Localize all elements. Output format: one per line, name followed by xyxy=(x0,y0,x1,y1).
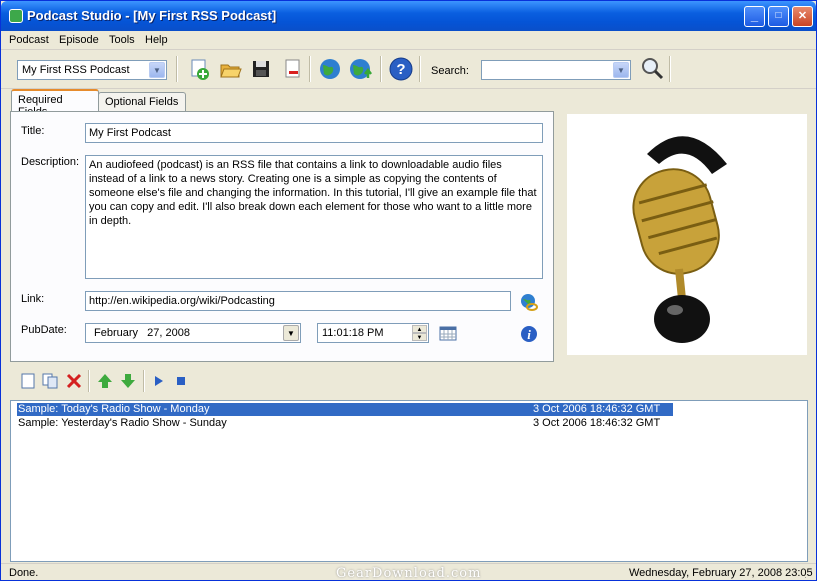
minimize-button[interactable]: _ xyxy=(744,6,765,27)
magnifier-icon[interactable] xyxy=(639,56,665,82)
podcast-select-value: My First RSS Podcast xyxy=(22,64,130,76)
title-field[interactable]: My First Podcast xyxy=(85,123,543,143)
title-label: Title: xyxy=(21,125,45,137)
episode-title: Sample: Today's Radio Show - Monday xyxy=(18,403,210,415)
status-datetime: Wednesday, February 27, 2008 23:05 xyxy=(629,567,813,579)
pubdate-time-value: 11:01:18 PM xyxy=(322,327,384,339)
list-item[interactable]: Sample: Today's Radio Show - Monday 3 Oc… xyxy=(17,403,673,416)
copy-episode-icon[interactable] xyxy=(41,372,59,390)
chevron-down-icon[interactable]: ▼ xyxy=(149,62,165,78)
watermark: GearDownload.com xyxy=(336,566,482,581)
app-icon xyxy=(9,9,23,23)
move-down-icon[interactable] xyxy=(119,372,137,390)
globe-icon[interactable] xyxy=(317,56,343,82)
status-text: Done. xyxy=(9,567,39,579)
pubdate-date-value: February 27, 2008 xyxy=(94,327,191,339)
episode-title: Sample: Yesterday's Radio Show - Sunday xyxy=(18,417,227,429)
link-label: Link: xyxy=(21,293,45,305)
maximize-button[interactable]: □ xyxy=(768,6,789,27)
help-icon[interactable]: ? xyxy=(388,56,414,82)
window-title: Podcast Studio - [My First RSS Podcast] xyxy=(27,8,277,23)
spin-up-icon[interactable]: ▲ xyxy=(412,325,427,333)
new-episode-icon[interactable] xyxy=(19,372,37,390)
tab-optional-fields[interactable]: Optional Fields xyxy=(98,92,186,112)
tab-required-fields[interactable]: Required Fields xyxy=(11,89,99,118)
search-label: Search: xyxy=(431,65,469,77)
save-disk-icon[interactable] xyxy=(249,57,273,81)
open-folder-icon[interactable] xyxy=(218,57,242,81)
description-field[interactable]: An audiofeed (podcast) is an RSS file th… xyxy=(85,155,543,279)
link-field[interactable]: http://en.wikipedia.org/wiki/Podcasting xyxy=(85,291,511,311)
episode-date: 3 Oct 2006 18:46:32 GMT xyxy=(533,417,661,429)
menu-help[interactable]: Help xyxy=(145,34,168,46)
stop-icon[interactable] xyxy=(175,375,187,387)
description-label: Description: xyxy=(21,156,80,168)
pubdate-label: PubDate: xyxy=(21,324,67,336)
list-item[interactable]: Sample: Yesterday's Radio Show - Sunday … xyxy=(17,417,673,430)
podcast-select[interactable]: My First RSS Podcast ▼ xyxy=(17,60,167,80)
menu-podcast[interactable]: Podcast xyxy=(9,34,49,46)
move-up-icon[interactable] xyxy=(96,372,114,390)
chevron-down-icon[interactable]: ▼ xyxy=(613,62,629,78)
app-window: Podcast Studio - [My First RSS Podcast] … xyxy=(0,0,817,581)
chevron-down-icon[interactable]: ▼ xyxy=(283,325,299,341)
svg-text:i: i xyxy=(527,327,531,342)
info-icon[interactable]: i xyxy=(520,325,538,343)
episode-list: Sample: Today's Radio Show - Monday 3 Oc… xyxy=(10,400,808,562)
pubdate-date-picker[interactable]: February 27, 2008 ▼ xyxy=(85,323,301,343)
resize-grip-icon[interactable]: ⋰ xyxy=(804,569,813,580)
delete-doc-icon[interactable] xyxy=(280,57,304,81)
pubdate-time-field[interactable]: 11:01:18 PM ▲ ▼ xyxy=(317,323,429,343)
podcast-image xyxy=(567,114,807,355)
spin-down-icon[interactable]: ▼ xyxy=(412,333,427,341)
episode-date: 3 Oct 2006 18:46:32 GMT xyxy=(533,403,661,415)
menu-episode[interactable]: Episode xyxy=(59,34,99,46)
link-globe-icon[interactable] xyxy=(519,292,539,312)
close-button[interactable]: ✕ xyxy=(792,6,813,27)
search-input[interactable]: ▼ xyxy=(481,60,631,80)
new-icon[interactable] xyxy=(187,57,211,81)
calendar-icon[interactable] xyxy=(439,325,457,341)
microphone-image xyxy=(632,136,727,343)
menu-tools[interactable]: Tools xyxy=(109,34,135,46)
delete-episode-icon[interactable] xyxy=(65,372,83,390)
title-bar[interactable]: Podcast Studio - [My First RSS Podcast] … xyxy=(1,1,816,31)
play-icon[interactable] xyxy=(152,373,166,389)
menu-bar: Podcast Episode Tools Help xyxy=(1,31,816,50)
svg-text:?: ? xyxy=(396,61,405,78)
globe-upload-icon[interactable] xyxy=(348,56,374,82)
